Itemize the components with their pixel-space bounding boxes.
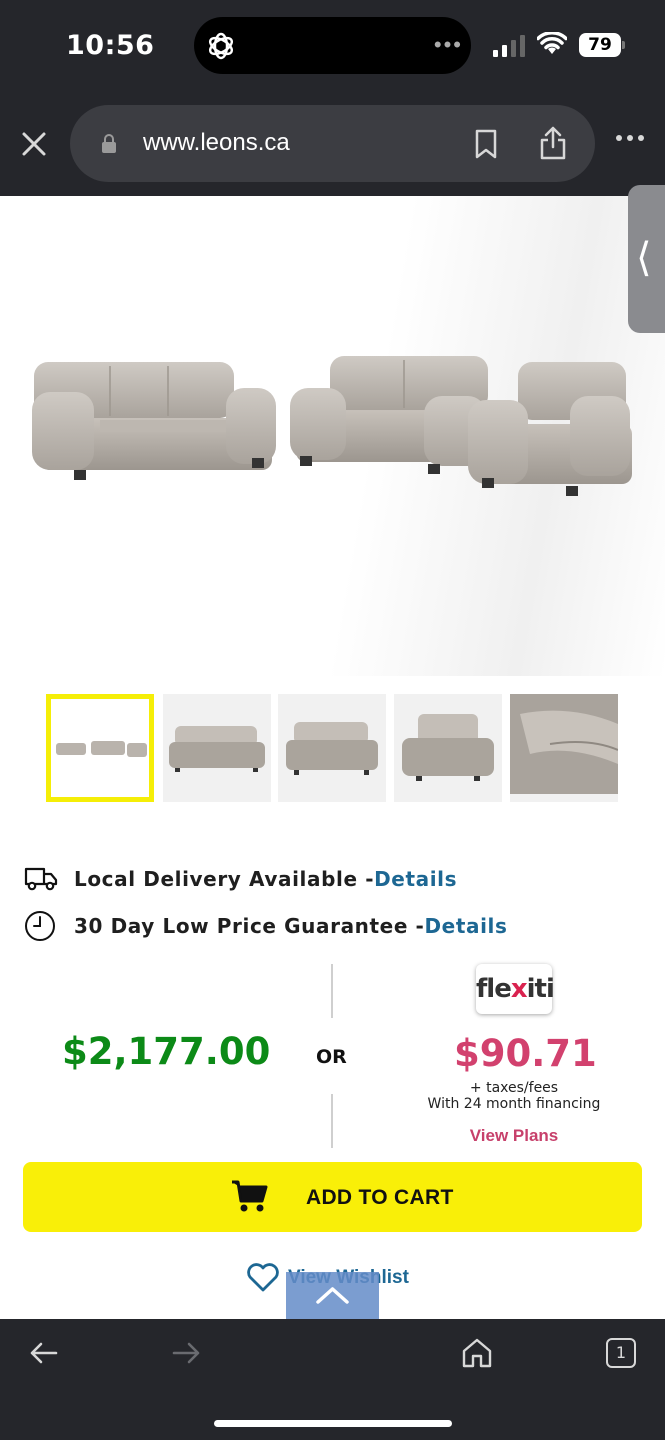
truck-icon (24, 867, 58, 891)
thumbnail-detail-image (510, 694, 618, 794)
status-bar: 10:56 ••• 79 (0, 0, 665, 92)
tabs-count-button[interactable]: 1 (606, 1338, 636, 1368)
delivery-text: Local Delivery Available - (74, 867, 375, 891)
clock-icon (25, 911, 55, 941)
thumbnail-set[interactable] (46, 694, 154, 802)
cart-icon (232, 1180, 268, 1212)
chair-shape (468, 362, 632, 496)
financing-notes: + taxes/fees With 24 month financing (414, 1080, 614, 1112)
thumbnail-chair-image (402, 714, 494, 781)
thumbnail-detail[interactable] (510, 694, 618, 802)
side-panel-tab[interactable]: ⟨ (628, 185, 665, 333)
cellular-signal-icon (493, 35, 525, 57)
add-to-cart-button[interactable]: ADD TO CART (23, 1162, 642, 1232)
home-icon[interactable] (461, 1337, 493, 1369)
lock-icon (102, 134, 116, 153)
heart-icon (247, 1263, 279, 1292)
thumbnail-sofa-image (169, 726, 265, 772)
thumbnail-loveseat[interactable] (278, 694, 386, 802)
battery-level: 79 (579, 33, 621, 57)
thumbnail-chair[interactable] (394, 694, 502, 802)
product-main-image[interactable] (0, 196, 665, 676)
scroll-to-top-button[interactable] (286, 1272, 379, 1320)
chevron-left-icon: ⟨ (636, 235, 652, 281)
close-icon[interactable] (20, 130, 48, 158)
address-bar[interactable]: www.leons.ca (70, 105, 595, 182)
battery-icon: 79 (579, 33, 625, 57)
browser-bottom-bar: 1 (0, 1319, 665, 1440)
share-icon[interactable] (538, 125, 568, 161)
view-plans-link[interactable]: View Plans (414, 1126, 614, 1146)
or-label: OR (316, 1046, 347, 1068)
forward-arrow-icon[interactable] (172, 1341, 202, 1365)
thumbnail-loveseat-image (286, 722, 378, 775)
sofa-shape (32, 362, 276, 480)
dynamic-island: ••• (194, 17, 471, 74)
delivery-details-link[interactable]: Details (374, 867, 457, 891)
thumbnail-sofa[interactable] (163, 694, 271, 802)
price-guarantee-row: 30 Day Low Price Guarantee - Details (24, 909, 508, 943)
delivery-info-row: Local Delivery Available - Details (24, 862, 457, 896)
home-indicator (214, 1420, 452, 1427)
taxes-note: + taxes/fees (469, 1080, 559, 1096)
more-options-icon[interactable] (614, 132, 646, 144)
sofa-set-image (32, 356, 632, 496)
island-more-icon: ••• (433, 32, 463, 57)
back-arrow-icon[interactable] (28, 1341, 58, 1365)
browser-toolbar: www.leons.ca (0, 92, 665, 196)
guarantee-text: 30 Day Low Price Guarantee - (74, 914, 425, 938)
divider-bottom (331, 1094, 333, 1148)
divider-top (331, 964, 333, 1018)
thumbnail-set-image (56, 741, 147, 757)
financing-term-note: With 24 month financing (427, 1096, 601, 1112)
bookmark-icon[interactable] (473, 129, 499, 159)
product-price: $2,177.00 (62, 1030, 271, 1073)
loveseat-shape (290, 356, 492, 474)
wifi-icon (537, 32, 567, 54)
flexiti-logo: flexiti (476, 964, 555, 1014)
status-time: 10:56 (66, 30, 155, 61)
url-text: www.leons.ca (143, 129, 290, 156)
chevron-up-icon (316, 1287, 349, 1304)
monthly-price: $90.71 (454, 1032, 597, 1075)
guarantee-details-link[interactable]: Details (424, 914, 507, 938)
thumbnail-strip (46, 694, 626, 804)
add-to-cart-label: ADD TO CART (306, 1186, 454, 1209)
chatgpt-icon (208, 32, 234, 60)
